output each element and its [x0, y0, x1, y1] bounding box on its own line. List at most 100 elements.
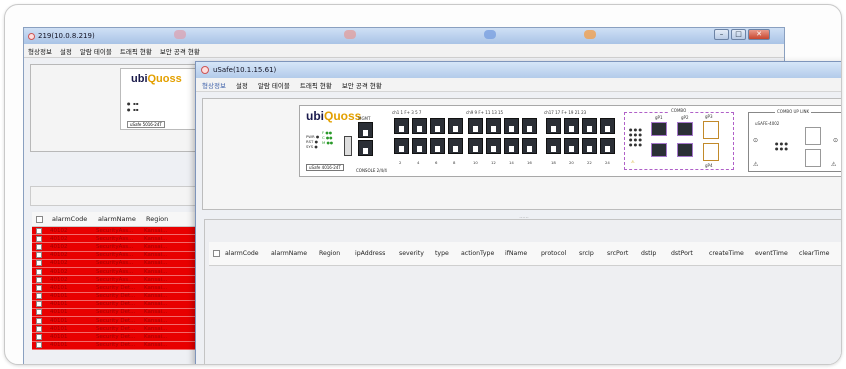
ethernet-port[interactable] [504, 138, 519, 154]
minimize-button[interactable]: – [714, 29, 729, 40]
column-header[interactable]: ipAddress [355, 250, 399, 257]
console-port[interactable] [358, 140, 373, 156]
front-window-titlebar[interactable]: uSafe(10.1.15.61) [196, 62, 841, 78]
column-header[interactable]: actionType [461, 250, 505, 257]
maximize-button[interactable]: □ [731, 29, 746, 40]
ethernet-port[interactable] [504, 118, 519, 134]
row-checkbox[interactable] [36, 309, 42, 316]
back-window-titlebar[interactable]: 219(10.0.8.219) – □ ✕ [24, 28, 784, 44]
table-row[interactable]: 40102 SecurityAss... Kansai... [32, 259, 200, 268]
combo-rj45-port[interactable] [677, 122, 693, 136]
ethernet-port[interactable] [448, 138, 463, 154]
front-window[interactable]: uSafe(10.1.15.61) 형상정보 설정 알람 테이블 트래픽 현황 … [195, 61, 841, 364]
column-header[interactable]: alarmCode [225, 250, 271, 257]
table-row[interactable]: 40102 SecurityAss... Kansai... [32, 276, 200, 285]
ethernet-port[interactable] [394, 138, 409, 154]
table-row[interactable]: 40101 Security Det... Kansai... [32, 292, 200, 301]
column-header[interactable]: Region [319, 250, 355, 257]
menu-item-alarm-table[interactable]: 알람 테이블 [258, 80, 290, 90]
ethernet-port[interactable] [522, 118, 537, 134]
column-header[interactable]: alarmName [271, 250, 319, 257]
menu-item-security-attacks[interactable]: 보안 공격 현황 [160, 46, 200, 56]
menu-item-alarm-table[interactable]: 알람 테이블 [80, 46, 112, 56]
menu-item-config-info[interactable]: 형상정보 [202, 80, 226, 90]
table-row[interactable]: 40101 Security Det... Kansai... [32, 333, 200, 342]
table-row[interactable]: 40102 SecurityAss... Kansai... [32, 251, 200, 260]
select-all-checkbox[interactable] [36, 215, 43, 223]
table-row[interactable]: 40101 Security Det... Kansai... [32, 341, 200, 350]
row-checkbox[interactable] [36, 260, 42, 267]
uplink-sfp-slot[interactable] [805, 149, 821, 167]
column-header[interactable]: protocol [541, 250, 579, 257]
ethernet-port[interactable] [582, 118, 597, 134]
sfp-slot[interactable] [703, 121, 719, 139]
ethernet-port[interactable] [412, 138, 427, 154]
column-header[interactable]: alarmCode [48, 215, 94, 223]
ethernet-port[interactable] [546, 138, 561, 154]
ethernet-port[interactable] [430, 118, 445, 134]
ethernet-port[interactable] [468, 138, 483, 154]
column-header[interactable]: dstPort [671, 250, 709, 257]
row-checkbox[interactable] [36, 276, 42, 283]
table-row[interactable]: 40102 SecurityAss... Kansai... [32, 235, 200, 244]
row-checkbox[interactable] [36, 301, 42, 308]
uplink-sfp-slot[interactable] [805, 127, 821, 145]
column-header[interactable]: severity [399, 250, 435, 257]
ethernet-port[interactable] [468, 118, 483, 134]
ethernet-port[interactable] [522, 138, 537, 154]
row-checkbox[interactable] [36, 235, 42, 242]
column-header[interactable]: createTime [709, 250, 755, 257]
column-header[interactable]: srcIp [579, 250, 607, 257]
row-checkbox[interactable] [36, 325, 42, 332]
row-checkbox[interactable] [36, 252, 42, 259]
menu-item-security-attacks[interactable]: 보안 공격 현황 [342, 80, 382, 90]
menu-item-traffic[interactable]: 트래픽 현황 [300, 80, 332, 90]
ethernet-port[interactable] [600, 138, 615, 154]
column-header[interactable]: Region [142, 215, 182, 223]
ethernet-port[interactable] [564, 118, 579, 134]
column-header[interactable]: type [435, 250, 461, 257]
combo-rj45-port[interactable] [651, 122, 667, 136]
combo-rj45-port[interactable] [677, 143, 693, 157]
menu-item-settings[interactable]: 설정 [60, 46, 72, 56]
column-header[interactable]: clearTime [799, 250, 835, 257]
table-row[interactable]: 40102 SecurityAss... Kansai... [32, 227, 200, 236]
table-row[interactable]: 40101 Security Det... Kansai... [32, 308, 200, 318]
ethernet-port[interactable] [412, 118, 427, 134]
ethernet-port[interactable] [546, 118, 561, 134]
close-button[interactable]: ✕ [748, 29, 770, 40]
mgmt-port[interactable] [358, 122, 373, 138]
menu-item-config-info[interactable]: 형상정보 [28, 46, 52, 56]
table-row[interactable]: 40101 Security Det... Kansai... [32, 300, 200, 309]
select-all-checkbox[interactable] [213, 250, 220, 257]
row-checkbox[interactable] [36, 243, 42, 250]
ethernet-port[interactable] [486, 118, 501, 134]
column-header[interactable]: ifName [505, 250, 541, 257]
ethernet-port[interactable] [430, 138, 445, 154]
ethernet-port[interactable] [582, 138, 597, 154]
ethernet-port[interactable] [486, 138, 501, 154]
ethernet-port[interactable] [564, 138, 579, 154]
row-checkbox[interactable] [36, 293, 42, 300]
menu-item-traffic[interactable]: 트래픽 현황 [120, 46, 152, 56]
column-header[interactable]: dstIp [641, 250, 671, 257]
column-header[interactable]: eventTime [755, 250, 799, 257]
row-checkbox[interactable] [36, 227, 42, 234]
table-row[interactable]: 40102 SecurityAss... Kansai... [32, 267, 200, 277]
row-checkbox[interactable] [36, 342, 42, 349]
row-checkbox[interactable] [36, 334, 42, 341]
ethernet-port[interactable] [448, 118, 463, 134]
table-row[interactable]: 40101 Security Det... Kansai... [32, 325, 200, 334]
combo-rj45-port[interactable] [651, 143, 667, 157]
row-checkbox[interactable] [36, 317, 42, 324]
column-header[interactable]: alarmName [94, 215, 142, 223]
table-row[interactable]: 40102 SecurityAss... Kansai... [32, 243, 200, 252]
row-checkbox[interactable] [36, 284, 42, 291]
table-row[interactable]: 40101 Security Det... Kansai... [32, 284, 200, 293]
sfp-slot[interactable] [703, 143, 719, 161]
ethernet-port[interactable] [394, 118, 409, 134]
row-checkbox[interactable] [36, 268, 42, 275]
column-header[interactable]: srcPort [607, 250, 641, 257]
ethernet-port[interactable] [600, 118, 615, 134]
table-row[interactable]: 40101 Security Det... Kansai... [32, 317, 200, 326]
